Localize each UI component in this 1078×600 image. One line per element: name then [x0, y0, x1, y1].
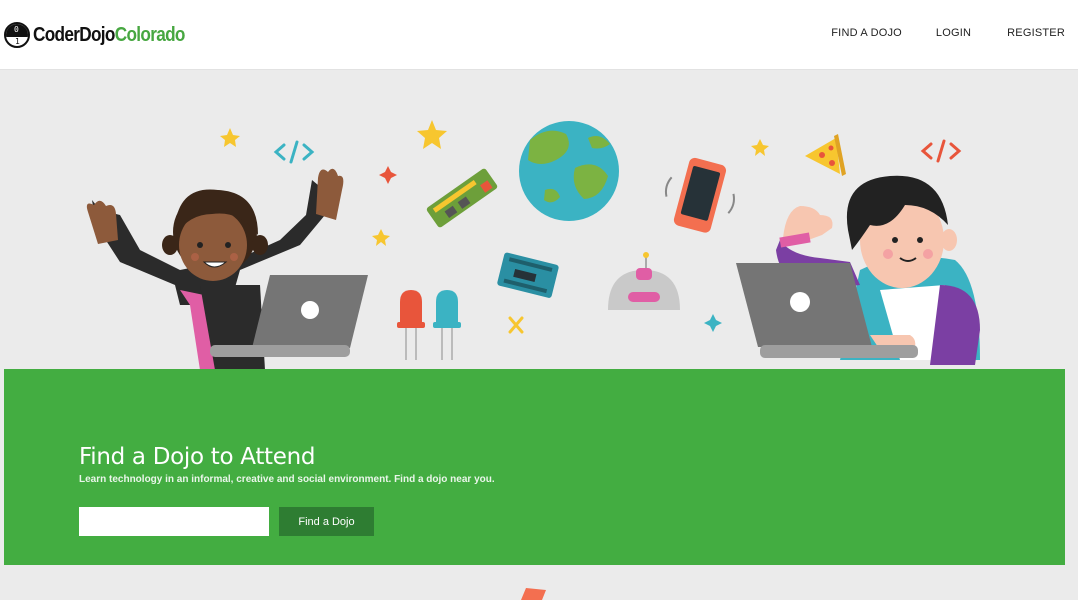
sparkle-icon [704, 314, 722, 332]
partial-decoration-icon [521, 588, 546, 600]
logo-text-colorado: Colorado [114, 23, 186, 46]
site-logo[interactable]: 0 1 CoderDojoColorado [4, 20, 209, 50]
robot-icon [608, 252, 680, 310]
star-icon [417, 120, 447, 149]
top-navbar: 0 1 CoderDojoColorado FIND A DOJO LOGIN … [0, 0, 1078, 70]
main-nav: FIND A DOJO LOGIN REGISTER [831, 27, 1065, 39]
find-dojo-panel: Find a Dojo to Attend Learn technology i… [4, 369, 1065, 565]
nav-register[interactable]: REGISTER [1007, 27, 1065, 39]
logo-mark-icon: 0 1 [4, 22, 30, 48]
star-icon [751, 139, 769, 156]
led-icon [397, 290, 425, 360]
led-icon [433, 290, 461, 360]
location-search-input[interactable] [79, 507, 269, 536]
circuit-board-icon [426, 168, 498, 228]
sparkle-icon [508, 316, 524, 334]
logo-text: CoderDojoColorado [33, 24, 185, 47]
find-dojo-title: Find a Dojo to Attend [79, 444, 316, 470]
logo-text-coderdojo: CoderDojo [33, 23, 115, 46]
sparkle-icon [379, 166, 397, 184]
star-icon [220, 128, 240, 147]
arduino-icon [497, 252, 559, 298]
nav-login[interactable]: LOGIN [936, 27, 971, 39]
star-icon [372, 229, 390, 246]
hero-illustration [86, 120, 980, 370]
logo-digit-top: 0 [14, 25, 19, 34]
pizza-icon [805, 134, 846, 176]
nav-find-a-dojo[interactable]: FIND A DOJO [831, 27, 902, 39]
find-dojo-button[interactable]: Find a Dojo [279, 507, 374, 536]
code-brackets-icon [273, 140, 315, 164]
code-brackets-icon [920, 139, 962, 163]
logo-digit-bottom: 1 [15, 37, 20, 46]
globe-icon [519, 121, 619, 221]
find-dojo-subtitle: Learn technology in an informal, creativ… [79, 474, 495, 485]
phone-icon [664, 157, 735, 233]
